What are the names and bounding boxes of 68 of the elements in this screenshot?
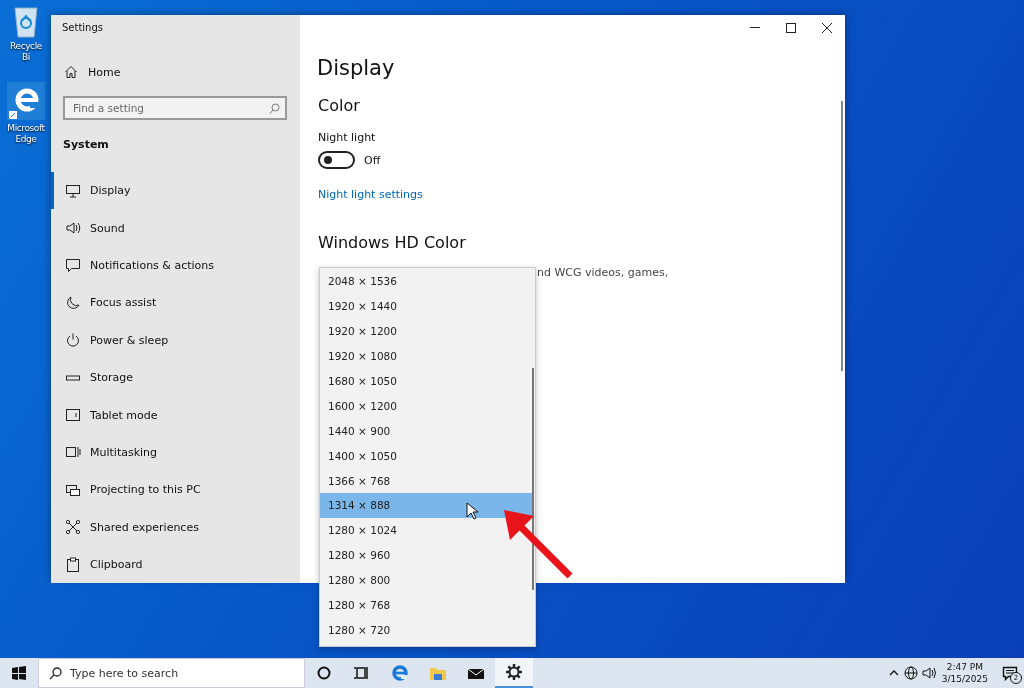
recycle-bin-icon: [11, 4, 41, 38]
edge-icon: [7, 82, 45, 120]
clipboard-icon: [65, 556, 81, 573]
sidebar-item[interactable]: Tablet mode: [51, 396, 300, 434]
notification-icon[interactable]: [1002, 665, 1018, 681]
sidebar-item[interactable]: Sound: [51, 209, 300, 247]
sidebar-item[interactable]: Clipboard: [51, 545, 300, 584]
dropdown-option[interactable]: 1366 × 768: [320, 468, 534, 493]
toggle-state: Off: [364, 153, 381, 167]
setting-label: Night light: [318, 131, 377, 144]
sidebar-item[interactable]: Focus assist: [51, 284, 300, 322]
circle-icon: [315, 664, 333, 682]
dropdown-option[interactable]: 1280 × 960: [320, 542, 534, 568]
settings-link[interactable]: Night light settings: [318, 188, 423, 201]
dropdown-option[interactable]: 1280 × 800: [320, 567, 534, 593]
dropdown-option[interactable]: 1680 × 1050: [320, 368, 534, 394]
search-field[interactable]: Find a setting: [63, 96, 287, 120]
tablet-icon: [65, 407, 81, 424]
sidebar-item[interactable]: Storage: [51, 358, 300, 397]
dropdown-option[interactable]: 1280 × 768: [320, 592, 534, 618]
section-heading: Windows HD Color: [318, 233, 467, 252]
power-icon: [65, 332, 81, 349]
search-icon: [49, 666, 62, 680]
windows-logo-icon[interactable]: [12, 666, 26, 680]
dropdown-option[interactable]: 1920 × 1440: [320, 293, 534, 319]
network-nodes-icon: [65, 519, 81, 536]
home-icon: [64, 65, 78, 79]
page-title: Display: [317, 56, 396, 80]
pointer-cursor-icon: [466, 502, 478, 520]
speech-bubble-icon: [65, 257, 81, 274]
speaker-icon[interactable]: [921, 666, 936, 680]
taskbar-app-button[interactable]: [495, 658, 533, 688]
speaker-icon: [65, 220, 81, 237]
clock[interactable]: 2:47 PM 3/15/2025: [941, 661, 988, 685]
dropdown-option[interactable]: 1920 × 1080: [320, 343, 534, 369]
annotation-arrow: [504, 510, 573, 579]
task-view-icon: [353, 664, 371, 682]
dropdown-option[interactable]: 1400 × 1050: [320, 443, 534, 469]
description-text: nd WCG videos, games,: [537, 266, 669, 279]
sidebar-item[interactable]: Power & sleep: [51, 321, 300, 359]
dropdown-option[interactable]: 1920 × 1200: [320, 318, 534, 344]
sidebar-item[interactable]: Shared experiences: [51, 508, 300, 546]
taskbar-search-field[interactable]: Type here to search: [38, 658, 305, 688]
home-link[interactable]: Home: [64, 61, 121, 83]
gear-icon: [505, 663, 523, 681]
sidebar-item[interactable]: Multitasking: [51, 433, 300, 472]
dropdown-option[interactable]: 1440 × 900: [320, 418, 534, 444]
dropdown-option[interactable]: 1600 × 1200: [320, 393, 534, 419]
dropdown-option[interactable]: 1280 × 720: [320, 617, 534, 643]
toggle-switch[interactable]: [318, 151, 355, 169]
sidebar-item[interactable]: Projecting to this PC: [51, 471, 300, 509]
section-heading: Color: [318, 96, 361, 115]
close-button[interactable]: [821, 22, 833, 34]
globe-icon[interactable]: [903, 666, 918, 680]
section-heading: System: [63, 138, 110, 151]
search-icon: [269, 103, 280, 114]
desktop-icon-label[interactable]: Microsoft Edge: [7, 123, 45, 145]
desktop-icon-label[interactable]: Recycle Bi: [10, 41, 42, 63]
window-title: Settings: [61, 21, 104, 35]
scrollbar[interactable]: [532, 368, 534, 590]
moon-icon: [65, 294, 81, 311]
maximize-button[interactable]: [785, 22, 797, 34]
dropdown-option[interactable]: 1314 × 888: [320, 493, 534, 518]
dropdown-option[interactable]: 2048 × 1536: [320, 269, 534, 294]
sidebar-item[interactable]: Notifications & actions: [51, 246, 300, 285]
edge-icon: [391, 664, 409, 682]
monitor-icon: [65, 182, 81, 199]
scrollbar[interactable]: [841, 101, 843, 371]
